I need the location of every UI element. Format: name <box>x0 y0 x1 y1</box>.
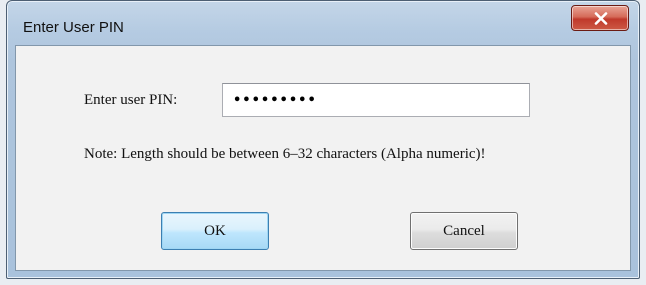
close-button[interactable] <box>571 5 629 31</box>
dialog-title: Enter User PIN <box>23 19 124 36</box>
ok-button[interactable]: OK <box>161 212 269 250</box>
cancel-button[interactable]: Cancel <box>410 212 518 250</box>
dialog-body: Enter user PIN: Note: Length should be b… <box>15 45 631 271</box>
close-icon <box>594 12 608 25</box>
length-note: Note: Length should be between 6–32 char… <box>84 146 486 162</box>
pin-input[interactable] <box>222 83 530 117</box>
dialog-window: Enter User PIN Enter user PIN: Note: Len… <box>6 0 640 279</box>
pin-label: Enter user PIN: <box>84 92 178 108</box>
title-bar[interactable]: Enter User PIN <box>7 1 639 45</box>
